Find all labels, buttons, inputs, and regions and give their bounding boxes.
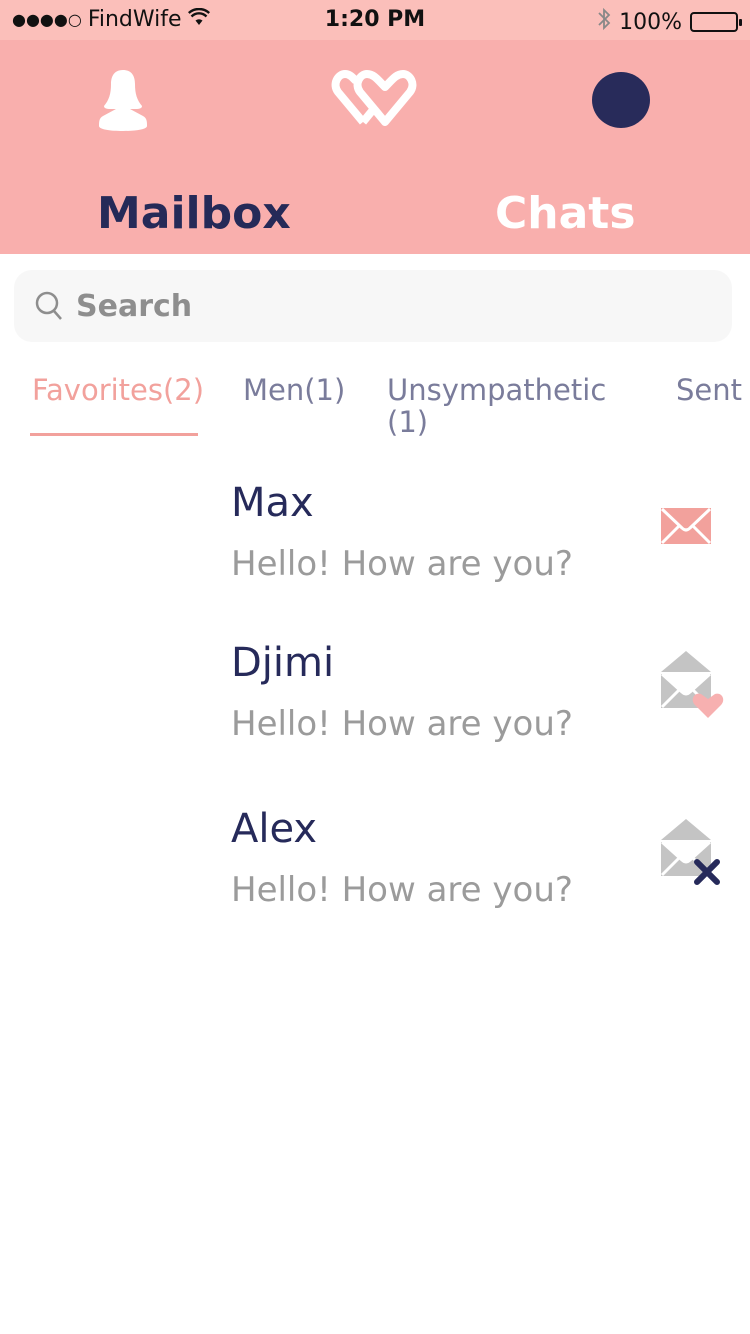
message-row[interactable]: Max Hello! How are you? [0, 462, 750, 602]
tab-mailbox[interactable]: Mailbox [97, 188, 291, 239]
message-preview: Hello! How are you? [231, 704, 573, 744]
message-row[interactable]: Djimi Hello! How are you? [0, 622, 750, 762]
app-header: Mailbox Chats [0, 40, 750, 254]
filter-tabs: Favorites(2) Men(1) Unsympathetic(1) Sen… [0, 370, 750, 440]
user-avatar[interactable] [592, 72, 650, 128]
battery-icon [690, 12, 742, 32]
hearts-logo-icon[interactable] [330, 70, 420, 130]
filter-favorites[interactable]: Favorites(2) [32, 374, 204, 406]
message-preview: Hello! How are you? [231, 870, 573, 910]
filter-sent[interactable]: Sent [676, 374, 742, 406]
sender-name: Alex [231, 806, 318, 852]
envelope-unread-icon [660, 506, 712, 550]
status-right: 100% [597, 7, 742, 37]
sender-name: Djimi [231, 640, 335, 686]
envelope-open-x-icon [660, 818, 726, 894]
profile-icon[interactable] [96, 70, 150, 136]
status-bar: ●●●●○ FindWife 1:20 PM 100% [0, 0, 750, 40]
bluetooth-icon [597, 7, 611, 37]
search-input[interactable] [76, 288, 676, 324]
tab-chats[interactable]: Chats [495, 188, 636, 239]
filter-unsympathetic[interactable]: Unsympathetic(1) [387, 374, 647, 438]
active-filter-indicator [30, 433, 198, 436]
search-bar[interactable] [14, 270, 732, 342]
message-row[interactable]: Alex Hello! How are you? [0, 788, 750, 928]
battery-percent: 100% [619, 9, 682, 35]
filter-men[interactable]: Men(1) [243, 374, 345, 406]
message-preview: Hello! How are you? [231, 544, 573, 584]
sender-name: Max [231, 480, 314, 526]
search-icon [34, 290, 66, 322]
envelope-open-heart-icon [660, 650, 726, 726]
